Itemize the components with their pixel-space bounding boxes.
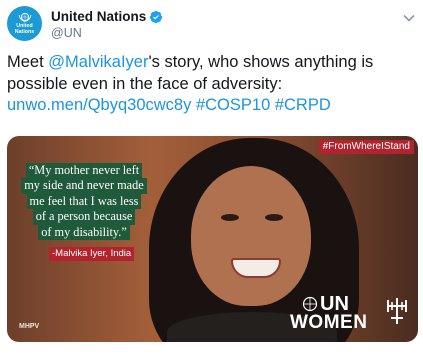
un-women-logo: UN WOMEN bbox=[290, 294, 412, 334]
mention-link[interactable]: @MalvikaIyer bbox=[48, 53, 148, 71]
quote-line: of a person because bbox=[32, 209, 136, 225]
photo-watermark: MHPV bbox=[19, 323, 40, 330]
quote-box: “My mother never left my side and never … bbox=[21, 163, 147, 241]
hashtag-link[interactable]: #CRPD bbox=[275, 96, 331, 114]
quote-line: of my disability.” bbox=[38, 224, 130, 241]
url-link[interactable]: unwo.men/Qbyq30cwc8y bbox=[7, 96, 191, 114]
hashtag-badge: #FromWhereIStand bbox=[318, 140, 414, 154]
tweet-text: Meet @MalvikaIyer's story, who shows any… bbox=[7, 52, 415, 117]
avatar-label: United Nations bbox=[14, 23, 35, 35]
chevron-down-icon[interactable] bbox=[403, 14, 415, 22]
photo-subject-smile bbox=[231, 258, 281, 278]
quote-attribution: -Malvika Iyer, India bbox=[49, 247, 135, 261]
verified-badge-icon bbox=[150, 10, 163, 23]
un-emblem-icon bbox=[302, 296, 318, 312]
photo-subject-eye bbox=[265, 214, 283, 221]
tweet-photo[interactable]: “My mother never left my side and never … bbox=[7, 136, 418, 342]
tweet-text-prefix: Meet bbox=[7, 53, 49, 71]
handle[interactable]: @UN bbox=[51, 26, 82, 40]
logo-un-text: UN bbox=[320, 293, 349, 315]
photo-subject-eye bbox=[221, 214, 239, 221]
tweet-card[interactable]: United Nations United Nations @UN Meet @… bbox=[0, 0, 423, 358]
un-emblem-icon bbox=[18, 12, 31, 22]
quote-line: me feel that I was less bbox=[26, 193, 142, 210]
logo-women-text: WOMEN bbox=[290, 312, 368, 333]
photo-subject-face bbox=[191, 166, 311, 306]
quote-line: my side and never made bbox=[21, 178, 147, 194]
un-women-symbol-icon bbox=[387, 298, 407, 324]
quote-line: “My mother never left bbox=[25, 163, 143, 179]
hashtag-link[interactable]: #COSP10 bbox=[196, 96, 270, 114]
display-name[interactable]: United Nations bbox=[51, 9, 146, 24]
avatar[interactable]: United Nations bbox=[7, 6, 42, 41]
